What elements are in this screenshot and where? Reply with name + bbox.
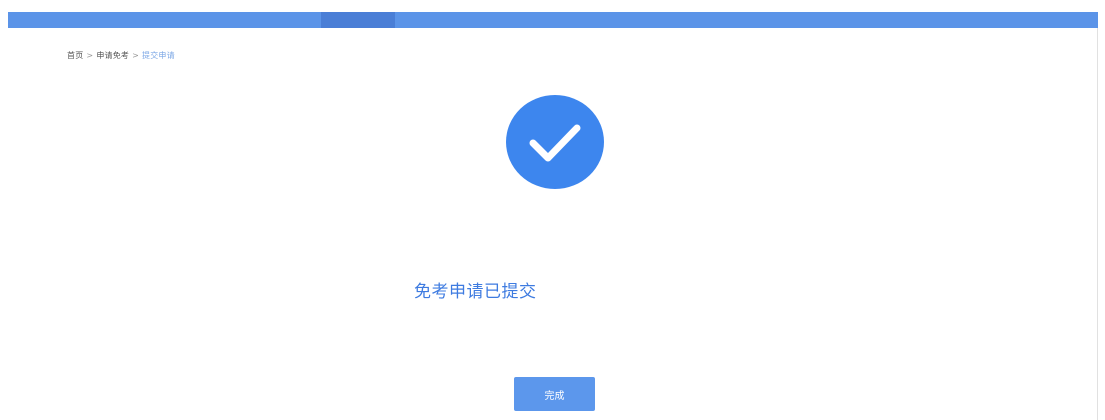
- breadcrumb-separator: >: [132, 51, 140, 60]
- breadcrumb-item-current: 提交申请: [142, 51, 175, 60]
- done-button[interactable]: 完成: [514, 377, 595, 411]
- top-nav-bar: [8, 12, 1098, 28]
- page: 首页 > 申请免考 > 提交申请 免考申请已提交 完成: [0, 0, 1105, 420]
- content-divider: [1097, 28, 1098, 420]
- result-message: 免考申请已提交: [414, 282, 537, 302]
- breadcrumb-item-apply[interactable]: 申请免考: [96, 51, 129, 60]
- breadcrumb: 首页 > 申请免考 > 提交申请: [67, 50, 175, 61]
- breadcrumb-separator: >: [86, 51, 94, 60]
- top-nav-active-tab[interactable]: [321, 12, 395, 28]
- breadcrumb-item-home[interactable]: 首页: [67, 51, 83, 60]
- check-circle-icon: [506, 95, 604, 189]
